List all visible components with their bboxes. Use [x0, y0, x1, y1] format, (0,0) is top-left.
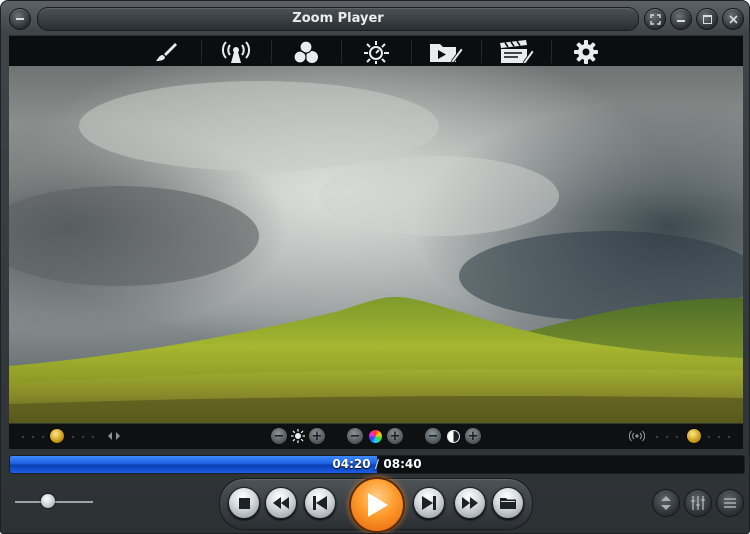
equalizer-icon: [691, 496, 705, 510]
playlist-scroll-button[interactable]: [652, 489, 680, 517]
title-bar: Zoom Player: [1, 1, 749, 35]
maximize-icon: [702, 14, 712, 24]
clapperboard-icon: [500, 39, 534, 65]
time-display: 04:20 / 08:40: [10, 456, 744, 473]
color-circles-icon: [293, 39, 318, 64]
audio-effect-knob[interactable]: [687, 429, 701, 443]
folder-icon: [500, 498, 516, 509]
video-display[interactable]: [9, 66, 743, 423]
fullscreen-button[interactable]: [644, 8, 666, 30]
toolbar-tuner-button[interactable]: [341, 36, 411, 67]
toolbar-color-button[interactable]: [271, 36, 341, 67]
zoom-player-window: Zoom Player − + − + − + 04:20 / 08:40: [0, 0, 750, 534]
window-menu-button[interactable]: [9, 8, 31, 30]
track-dot: [32, 436, 34, 438]
play-button[interactable]: [349, 477, 405, 533]
brush-icon: [156, 42, 177, 61]
video-folder-icon: [430, 43, 464, 64]
toolbar-skins-button[interactable]: [131, 36, 201, 67]
volume-slider-knob[interactable]: [40, 494, 55, 508]
expand-icon: [649, 13, 661, 25]
contrast-decrease-button[interactable]: −: [425, 428, 441, 444]
feature-toolbar: [9, 35, 743, 67]
close-button[interactable]: [722, 8, 744, 30]
open-file-button[interactable]: [492, 487, 524, 519]
track-dot: [22, 436, 24, 438]
track-dot: [82, 436, 84, 438]
window-title: Zoom Player: [37, 7, 639, 31]
seek-bar[interactable]: 04:20 / 08:40: [9, 455, 745, 474]
settings-icon: [574, 39, 598, 64]
stop-icon: [238, 497, 250, 509]
track-dot: [72, 436, 74, 438]
toolbar-media-library-button[interactable]: [411, 36, 481, 67]
contrast-icon: [445, 428, 461, 444]
broadcast-icon: [222, 40, 250, 63]
toolbar-playlist-button[interactable]: [481, 36, 551, 67]
track-dot: [676, 436, 678, 438]
landscape-video-frame: [9, 66, 743, 423]
minus-icon: [16, 18, 24, 20]
stop-button[interactable]: [228, 487, 260, 519]
close-icon: [728, 14, 738, 24]
skip-previous-icon: [313, 496, 327, 510]
track-dot: [718, 436, 720, 438]
fast-forward-icon: [462, 497, 478, 509]
saturation-increase-button[interactable]: +: [387, 428, 403, 444]
current-time: 04:20: [332, 457, 371, 471]
surround-audio-icon: [629, 428, 645, 444]
toolbar-settings-button[interactable]: [551, 36, 621, 67]
saturation-decrease-button[interactable]: −: [347, 428, 363, 444]
balance-arrows-icon: [106, 428, 122, 444]
brightness-increase-button[interactable]: +: [309, 428, 325, 444]
skip-next-icon: [422, 496, 436, 510]
hamburger-menu-icon: [724, 498, 736, 508]
brightness-decrease-button[interactable]: −: [271, 428, 287, 444]
color-wheel-icon: [367, 428, 383, 444]
maximize-button[interactable]: [696, 8, 718, 30]
track-dot: [92, 436, 94, 438]
time-separator: /: [370, 457, 384, 471]
contrast-increase-button[interactable]: +: [465, 428, 481, 444]
track-dot: [728, 436, 730, 438]
next-button[interactable]: [413, 487, 445, 519]
track-dot: [42, 436, 44, 438]
rewind-icon: [273, 497, 289, 509]
equalizer-button[interactable]: [684, 489, 712, 517]
previous-button[interactable]: [304, 487, 336, 519]
track-dot: [666, 436, 668, 438]
up-down-icon: [661, 496, 671, 510]
toolbar-streams-button[interactable]: [201, 36, 271, 67]
rewind-button[interactable]: [265, 487, 297, 519]
track-dot: [656, 436, 658, 438]
play-icon: [368, 493, 388, 517]
audio-balance-knob[interactable]: [50, 429, 64, 443]
menu-button[interactable]: [716, 489, 744, 517]
brightness-icon: [290, 428, 306, 444]
tuner-icon: [364, 40, 389, 64]
minimize-icon: [677, 20, 685, 22]
total-time: 08:40: [383, 457, 422, 471]
track-dot: [708, 436, 710, 438]
fast-forward-button[interactable]: [454, 487, 486, 519]
video-adjustment-strip: − + − + − +: [9, 424, 743, 449]
minimize-button[interactable]: [670, 8, 692, 30]
